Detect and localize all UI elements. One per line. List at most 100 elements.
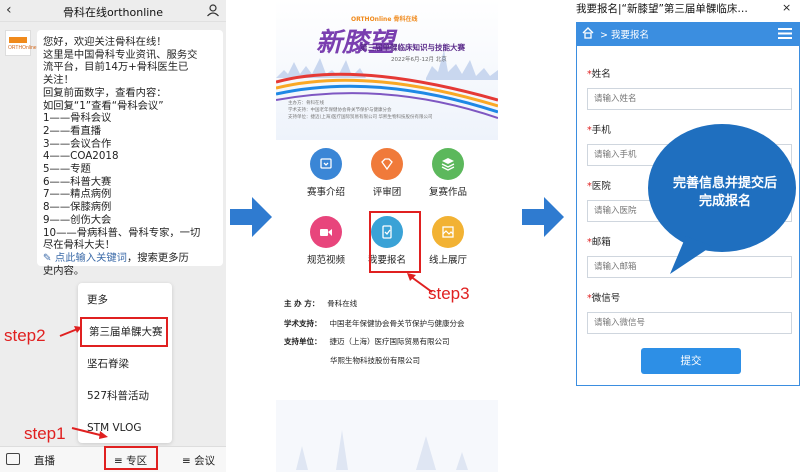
message-bubble: 您好，欢迎关注骨科在线！ 这里是中国骨科专业资讯、服务交 流平台，目前14万+骨… [37,30,223,277]
message-line: 回复前面数字，查看内容： [43,86,167,99]
tab-meeting[interactable]: ≡ 会议 [182,453,215,468]
info-key: 支持单位： [284,337,322,346]
message-line: 关注！ [43,74,74,87]
grid-label: 线上展厅 [428,255,467,266]
info-key: 学术支持： [284,319,322,328]
home-icon[interactable] [582,27,594,39]
video-icon [310,216,342,248]
message-line: 尽在骨科大夫！ [43,239,116,252]
field-label-text: 邮箱 [591,237,611,248]
grid-label: 赛事介绍 [306,187,345,198]
poster-subtitle: 第三届单髁临床知识与技能大赛 [360,43,465,52]
step3-label: step3 [428,284,470,303]
step3-pointer-icon [407,273,433,293]
field-label-text: 手机 [591,125,611,136]
form-navbar: > 我要报名 [576,22,800,46]
step2-label: step2 [4,326,46,345]
message-line: 9——创伤大会 [43,213,112,226]
keyboard-icon[interactable] [6,453,20,465]
info-val: 华熙生物科技股份有限公司 [330,356,420,365]
avatar-logo-text: ORTHOnline [8,45,37,51]
grid-label: 评审团 [372,187,402,198]
tab-meeting-label: 会议 [194,455,216,467]
chat-title: 骨科在线orthonline [62,6,164,19]
wechat-input[interactable] [587,312,792,334]
hamburger-icon[interactable] [778,28,792,39]
info-val: 捷迈（上海）医疗国际贸易有限公司 [329,337,450,346]
keyword-search-line: ✎ 点此输入关键词，搜索更多历 [43,252,217,265]
menu-lines-icon: ≡ [182,455,195,467]
grid-event-intro[interactable]: 赛事介绍 [298,148,354,198]
menu-item-527-activity[interactable]: 527科普活动 [78,381,172,411]
tab-live[interactable]: 直播 [34,453,55,468]
message-line: 4——COA2018 [43,150,119,163]
grid-jury[interactable]: 评审团 [359,148,415,198]
poster-fine-print: 主办方：骨科在线 学术支持：中国老年保健协会骨关节保护与健康分会 支持单位：捷迈… [288,100,432,121]
fine-print-line: 支持单位：捷迈(上海)医疗国际贸易有限公司 华熙生物科技股份有限公司 [288,115,433,120]
message-line: 3——会议合作 [43,137,112,150]
close-icon[interactable]: × [782,1,791,14]
person-icon[interactable] [206,3,220,17]
grid-standard-video[interactable]: 规范视频 [298,216,354,266]
gallery-icon [432,216,464,248]
grid-label: 规范视频 [306,255,345,266]
tutorial-stage: ‹ 骨科在线orthonline ORTHOnline 您好，欢迎关注骨科在线！… [0,0,800,472]
flow-arrow-icon [230,197,272,237]
step1-pointer-icon [71,427,108,439]
info-val: 中国老年保健协会骨关节保护与健康分会 [329,319,465,328]
message-line: 7——精点病例 [43,188,112,201]
info-host: 主 办 方： 骨科在线 [284,298,357,309]
pencil-icon: ✎ [43,251,55,264]
keyword-search-link[interactable]: 点此输入关键词 [55,252,127,264]
callout-line: 完成报名 [698,194,751,209]
submit-button[interactable]: 提交 [641,348,741,374]
message-line: 流平台，目前14万+骨科医生已 [43,61,189,74]
grid-label: 复赛作品 [428,187,467,198]
breadcrumb: > 我要报名 [600,30,649,41]
jury-icon [371,148,403,180]
message-line: 这里是中国骨科专业资讯、服务交 [43,48,198,61]
info-key: 主 办 方： [284,299,320,308]
menu-item-spine[interactable]: 坚石脊梁 [78,349,172,379]
poster-panel: ORTHOnline 骨科在线 新膝望 第三届单髁临床知识与技能大赛 2022年… [276,0,498,472]
menu-item-more[interactable]: 更多 [78,285,172,315]
avatar[interactable]: ORTHOnline [5,30,37,56]
poster-footer-art [276,400,498,472]
grid-semifinal-works[interactable]: 复赛作品 [420,148,476,198]
message-line: 2——看直播 [43,124,102,137]
message-line: 5——专题 [43,163,91,176]
field-label-text: 姓名 [591,69,611,80]
name-input[interactable] [587,88,792,110]
form-page-title: 我要报名|“新膝望”第三届单髁临床… [576,3,748,15]
field-label-text: 微信号 [591,293,621,304]
layers-icon [432,148,464,180]
menu-item-single-condyle-contest[interactable]: 第三届单髁大赛 [80,317,168,347]
flow-arrow-icon [522,197,564,237]
form-titlebar: 我要报名|“新膝望”第三届单髁临床… × [568,0,800,18]
logo-stripe [9,37,27,43]
info-val: 骨科在线 [327,299,358,308]
message-line: 8——保膝病例 [43,201,112,214]
message-line: 6——科普大赛 [43,175,112,188]
message-line: 您好，欢迎关注骨科在线！ [43,36,167,48]
highlight-box-zone [104,446,158,470]
email-label: *邮箱 [587,234,611,248]
chat-panel: ‹ 骨科在线orthonline ORTHOnline 您好，欢迎关注骨科在线！… [0,0,226,472]
info-academic: 学术支持： 中国老年保健协会骨关节保护与健康分会 [284,318,465,329]
message-line: 史内容。 [43,264,85,277]
info-support-2: 华熙生物科技股份有限公司 [330,355,420,366]
fine-print-line: 主办方：骨科在线 [288,101,324,106]
phone-label: *手机 [587,122,611,136]
message-line: 1——骨科会议 [43,112,112,125]
message-line: 10——骨病科普、骨科专家，一切 [43,226,201,239]
highlight-box-register [369,211,421,273]
poster-title: 新膝望 [316,28,395,58]
callout-text: 完善信息并提交后 完成报名 [652,175,798,211]
poster-logo: ORTHOnline 骨科在线 [351,6,421,23]
grid-online-hall[interactable]: 线上展厅 [420,216,476,266]
wechat-label: *微信号 [587,290,620,304]
event-intro-icon [310,148,342,180]
keyword-search-suffix: ，搜索更多历 [126,251,189,264]
chat-header: ‹ 骨科在线orthonline [0,0,226,22]
message-line: 如回复“1”查看“骨科会议” [43,99,164,112]
